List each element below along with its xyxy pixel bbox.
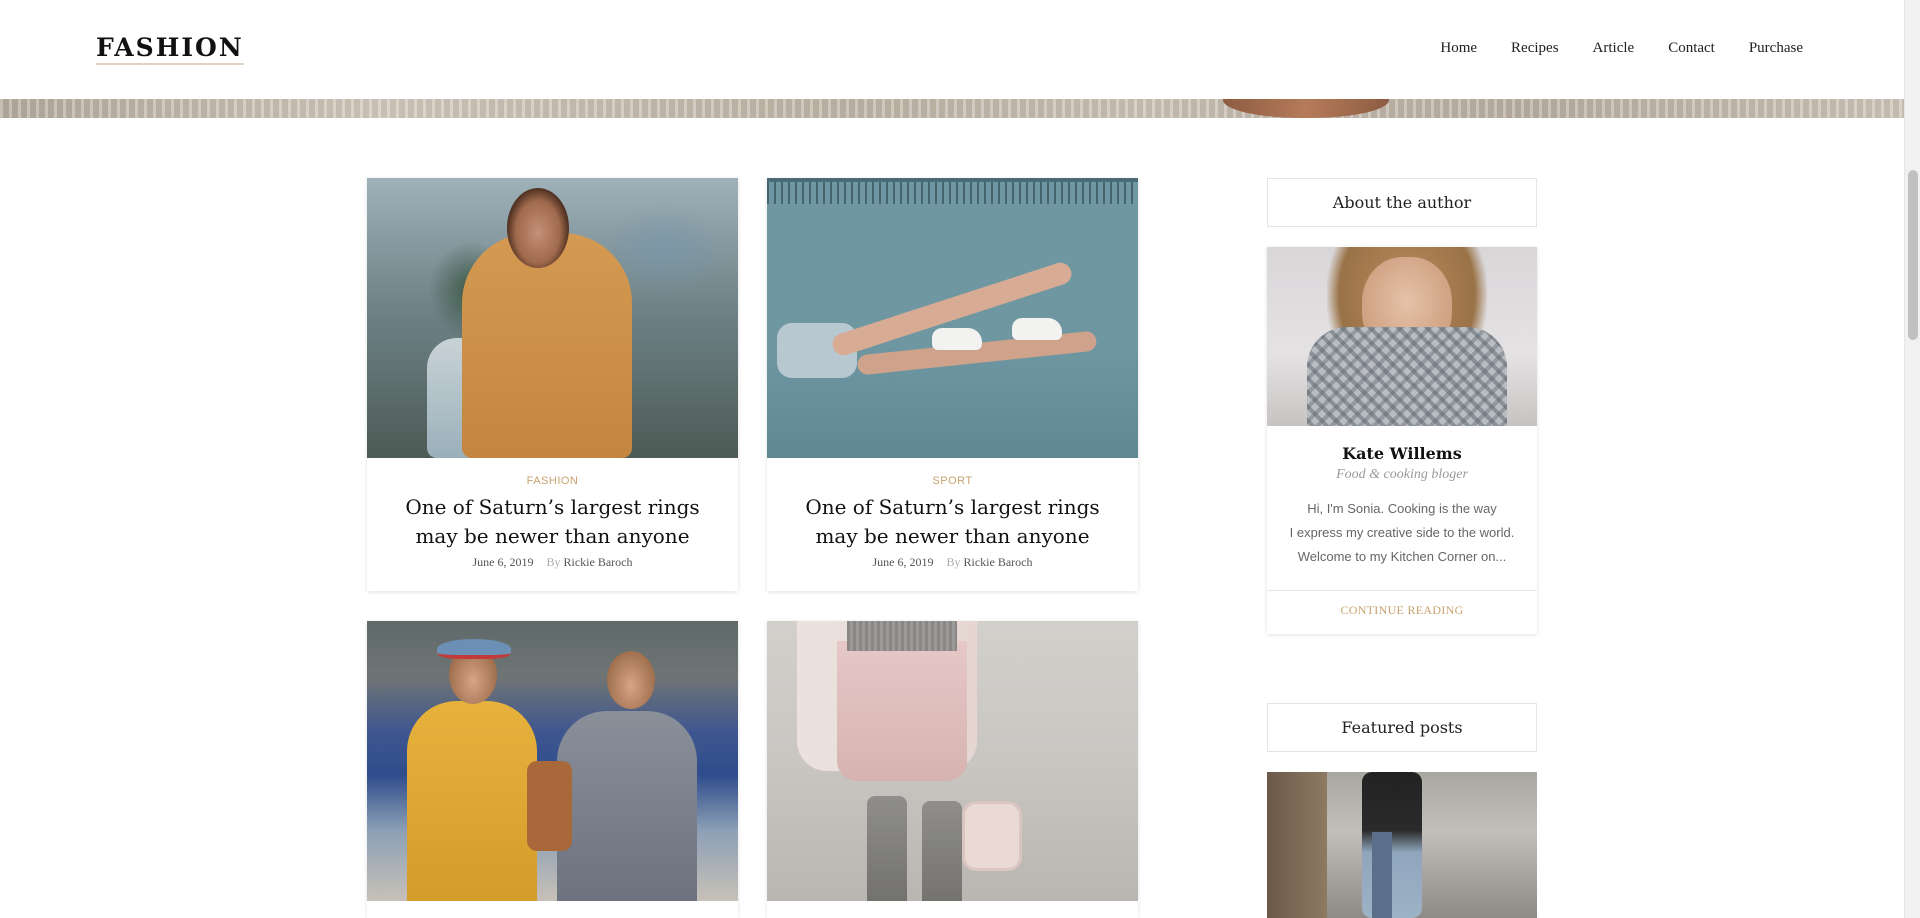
- post-card: FASHION One of Saturn’s largest rings ma…: [367, 178, 738, 591]
- post-card: SPORT One of Saturn’s largest rings may …: [767, 178, 1138, 591]
- author-bio-line: Welcome to my Kitchen Corner on...: [1297, 549, 1507, 564]
- post-category-link[interactable]: SPORT: [767, 475, 1138, 487]
- author-avatar: [1267, 247, 1537, 426]
- nav-article-link[interactable]: Article: [1593, 40, 1635, 57]
- post-image-sport[interactable]: [767, 178, 1138, 458]
- site-header: FASHION Home Recipes Article Contact Pur…: [0, 0, 1904, 99]
- featured-post-image[interactable]: [1267, 772, 1537, 918]
- featured-posts-title: Featured posts: [1267, 703, 1537, 752]
- post-category-link[interactable]: FASHION: [367, 475, 738, 487]
- about-author-title: About the author: [1267, 178, 1537, 227]
- post-card-body: FASHION One of Saturn’s largest rings ma…: [367, 458, 738, 591]
- post-author-link[interactable]: Rickie Baroch: [564, 555, 633, 569]
- nav-purchase-link[interactable]: Purchase: [1749, 40, 1803, 57]
- author-widget: Kate Willems Food & cooking bloger Hi, I…: [1267, 247, 1537, 634]
- post-title-link[interactable]: One of Saturn’s largest rings may be new…: [403, 493, 703, 551]
- author-bio-line: Hi, I'm Sonia. Cooking is the way: [1307, 501, 1497, 516]
- nav-home-link[interactable]: Home: [1440, 40, 1477, 57]
- page-scrollbar[interactable]: [1904, 0, 1920, 918]
- author-bio-line: I express my creative side to the world.: [1289, 525, 1515, 540]
- post-card: [367, 621, 738, 918]
- post-meta: June 6, 2019 By Rickie Baroch: [367, 555, 738, 570]
- nav-contact-link[interactable]: Contact: [1668, 40, 1715, 57]
- post-author-link[interactable]: Rickie Baroch: [964, 555, 1033, 569]
- author-bio: Hi, I'm Sonia. Cooking is the way I expr…: [1267, 497, 1537, 569]
- post-card: [767, 621, 1138, 918]
- continue-reading-link[interactable]: CONTINUE READING: [1267, 603, 1537, 618]
- author-name: Kate Willems: [1342, 444, 1462, 463]
- main-nav: Home Recipes Article Contact Purchase: [1406, 40, 1803, 57]
- post-meta: June 6, 2019 By Rickie Baroch: [767, 555, 1138, 570]
- scrollbar-thumb[interactable]: [1908, 170, 1918, 340]
- post-date: June 6, 2019: [872, 555, 934, 569]
- post-by-label: By: [946, 555, 961, 569]
- post-date: June 6, 2019: [472, 555, 534, 569]
- post-card-body: SPORT One of Saturn’s largest rings may …: [767, 458, 1138, 591]
- post-title-link[interactable]: One of Saturn’s largest rings may be new…: [803, 493, 1103, 551]
- nav-recipes-link[interactable]: Recipes: [1511, 40, 1558, 57]
- divider: [1267, 590, 1537, 591]
- post-by-label: By: [546, 555, 561, 569]
- post-image-fashion[interactable]: [367, 178, 738, 458]
- hero-image-strip: [0, 99, 1904, 118]
- post-image-menswear[interactable]: [367, 621, 738, 901]
- site-logo[interactable]: FASHION: [96, 34, 244, 65]
- author-role: Food & cooking bloger: [1336, 467, 1468, 482]
- post-image-street-style[interactable]: [767, 621, 1138, 901]
